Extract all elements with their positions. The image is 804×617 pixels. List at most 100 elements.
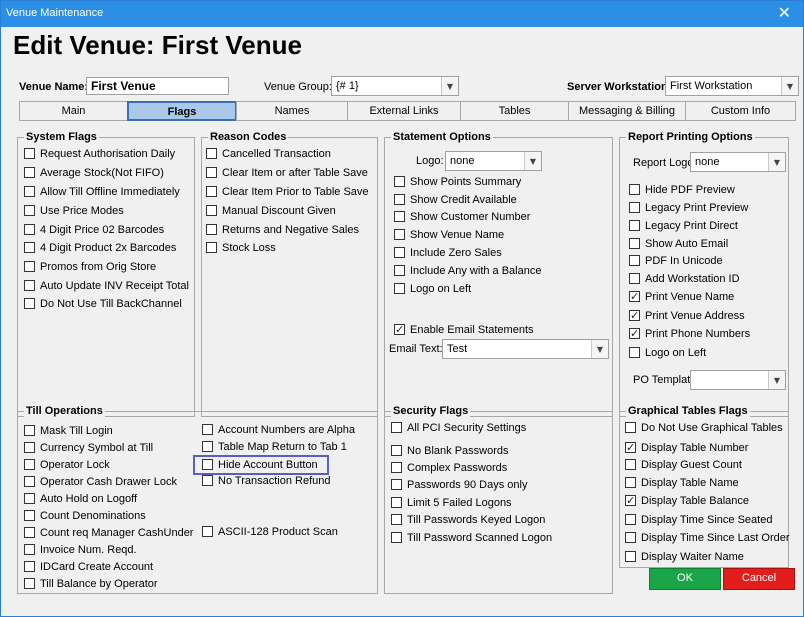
chevron-down-icon[interactable]: ▼ bbox=[781, 77, 798, 95]
checkbox-label: Print Phone Numbers bbox=[645, 328, 751, 340]
checkbox-icon[interactable] bbox=[206, 186, 217, 197]
checkbox-icon[interactable] bbox=[24, 280, 35, 291]
statement-logo-select[interactable]: none ▼ bbox=[445, 151, 542, 171]
checkbox-icon[interactable] bbox=[394, 229, 405, 240]
checkbox-icon[interactable] bbox=[394, 265, 405, 276]
checkbox-checked-icon[interactable] bbox=[625, 494, 636, 507]
checkbox-icon[interactable] bbox=[629, 347, 640, 358]
checkbox-icon[interactable] bbox=[24, 242, 35, 253]
checkbox-icon[interactable] bbox=[24, 205, 35, 216]
system-flags-group: System Flags Request Authorisation Daily… bbox=[17, 131, 195, 417]
chevron-down-icon[interactable]: ▼ bbox=[524, 152, 541, 170]
checkbox-icon[interactable] bbox=[24, 561, 35, 572]
checkbox-icon[interactable] bbox=[394, 194, 405, 205]
checkbox-checked-icon[interactable] bbox=[625, 441, 636, 454]
venue-group-select[interactable]: {# 1} ▼ bbox=[331, 76, 459, 96]
tab-external-links[interactable]: External Links bbox=[347, 101, 461, 121]
checkbox-label: Display Time Since Seated bbox=[641, 514, 773, 526]
report-logo-select[interactable]: none ▼ bbox=[690, 152, 786, 172]
checkbox-label: Complex Passwords bbox=[407, 462, 508, 474]
tab-custom-info[interactable]: Custom Info bbox=[685, 101, 796, 121]
highlight-box bbox=[193, 455, 329, 475]
checkbox-icon[interactable] bbox=[391, 479, 402, 490]
checkbox-icon[interactable] bbox=[394, 247, 405, 258]
checkbox-icon[interactable] bbox=[206, 224, 217, 235]
checkbox-checked-icon[interactable] bbox=[629, 309, 640, 322]
checkbox-icon[interactable] bbox=[24, 167, 35, 178]
checkbox-icon[interactable] bbox=[24, 493, 35, 504]
checkbox-icon[interactable] bbox=[629, 238, 640, 249]
checkbox-icon[interactable] bbox=[629, 273, 640, 284]
chevron-down-icon[interactable]: ▼ bbox=[768, 153, 785, 171]
checkbox-icon[interactable] bbox=[202, 441, 213, 452]
checkbox-icon[interactable] bbox=[202, 475, 213, 486]
server-workstation-select[interactable]: First Workstation ▼ bbox=[665, 76, 799, 96]
tab-messaging-billing[interactable]: Messaging & Billing bbox=[568, 101, 686, 121]
dialog-content: Edit Venue: First Venue Venue Name: Firs… bbox=[1, 27, 803, 616]
checkbox-icon[interactable] bbox=[629, 184, 640, 195]
checkbox-icon[interactable] bbox=[24, 148, 35, 159]
checkbox-label: Do Not Use Graphical Tables bbox=[641, 422, 783, 434]
email-text-label: Email Text: bbox=[389, 343, 443, 355]
checkbox-icon[interactable] bbox=[391, 532, 402, 543]
checkbox-icon[interactable] bbox=[625, 532, 636, 543]
checkbox-label: Clear Item or after Table Save bbox=[222, 167, 368, 179]
checkbox-label: Till Passwords Keyed Logon bbox=[407, 514, 546, 526]
checkbox-icon[interactable] bbox=[391, 445, 402, 456]
tab-main[interactable]: Main bbox=[19, 101, 128, 121]
checkbox-icon[interactable] bbox=[391, 462, 402, 473]
checkbox-checked-icon[interactable] bbox=[394, 323, 405, 336]
checkbox-icon[interactable] bbox=[24, 298, 35, 309]
checkbox-icon[interactable] bbox=[24, 425, 35, 436]
tab-flags[interactable]: Flags bbox=[127, 101, 237, 121]
checkbox-icon[interactable] bbox=[206, 205, 217, 216]
checkbox-checked-icon[interactable] bbox=[629, 290, 640, 303]
checkbox-icon[interactable] bbox=[394, 211, 405, 222]
tab-tables[interactable]: Tables bbox=[460, 101, 569, 121]
checkbox-icon[interactable] bbox=[394, 176, 405, 187]
checkbox-icon[interactable] bbox=[625, 422, 636, 433]
email-text-select[interactable]: Test ▼ bbox=[442, 339, 609, 359]
statement-logo-label: Logo: bbox=[416, 155, 444, 167]
checkbox-icon[interactable] bbox=[391, 497, 402, 508]
checkbox-icon[interactable] bbox=[625, 477, 636, 488]
checkbox-icon[interactable] bbox=[24, 186, 35, 197]
venue-name-input[interactable]: First Venue bbox=[86, 77, 229, 95]
checkbox-label: Display Waiter Name bbox=[641, 551, 744, 563]
chevron-down-icon[interactable]: ▼ bbox=[591, 340, 608, 358]
checkbox-checked-icon[interactable] bbox=[629, 327, 640, 340]
checkbox-icon[interactable] bbox=[625, 459, 636, 470]
chevron-down-icon[interactable]: ▼ bbox=[441, 77, 458, 95]
cancel-button[interactable]: Cancel bbox=[723, 568, 795, 590]
checkbox-icon[interactable] bbox=[206, 242, 217, 253]
checkbox-icon[interactable] bbox=[202, 424, 213, 435]
po-template-select[interactable]: ▼ bbox=[690, 370, 786, 390]
checkbox-icon[interactable] bbox=[24, 476, 35, 487]
checkbox-icon[interactable] bbox=[206, 148, 217, 159]
email-text-value: Test bbox=[447, 343, 468, 355]
checkbox-icon[interactable] bbox=[391, 514, 402, 525]
checkbox-icon[interactable] bbox=[625, 551, 636, 562]
checkbox-icon[interactable] bbox=[24, 527, 35, 538]
checkbox-icon[interactable] bbox=[24, 261, 35, 272]
checkbox-icon[interactable] bbox=[202, 526, 213, 537]
checkbox-icon[interactable] bbox=[24, 510, 35, 521]
checkbox-icon[interactable] bbox=[206, 167, 217, 178]
checkbox-icon[interactable] bbox=[629, 255, 640, 266]
checkbox-icon[interactable] bbox=[24, 459, 35, 470]
checkbox-icon[interactable] bbox=[24, 578, 35, 589]
checkbox-icon[interactable] bbox=[629, 220, 640, 231]
checkbox-icon[interactable] bbox=[24, 224, 35, 235]
checkbox-label: IDCard Create Account bbox=[40, 561, 154, 573]
checkbox-icon[interactable] bbox=[391, 422, 402, 433]
checkbox-icon[interactable] bbox=[625, 514, 636, 525]
chevron-down-icon[interactable]: ▼ bbox=[768, 371, 785, 389]
ok-button[interactable]: OK bbox=[649, 568, 721, 590]
checkbox-icon[interactable] bbox=[24, 442, 35, 453]
tab-names[interactable]: Names bbox=[236, 101, 348, 121]
close-icon[interactable]: ✕ bbox=[778, 3, 791, 22]
checkbox-icon[interactable] bbox=[24, 544, 35, 555]
checkbox-icon[interactable] bbox=[629, 202, 640, 213]
checkbox-label: ASCII-128 Product Scan bbox=[218, 526, 338, 538]
checkbox-icon[interactable] bbox=[394, 283, 405, 294]
